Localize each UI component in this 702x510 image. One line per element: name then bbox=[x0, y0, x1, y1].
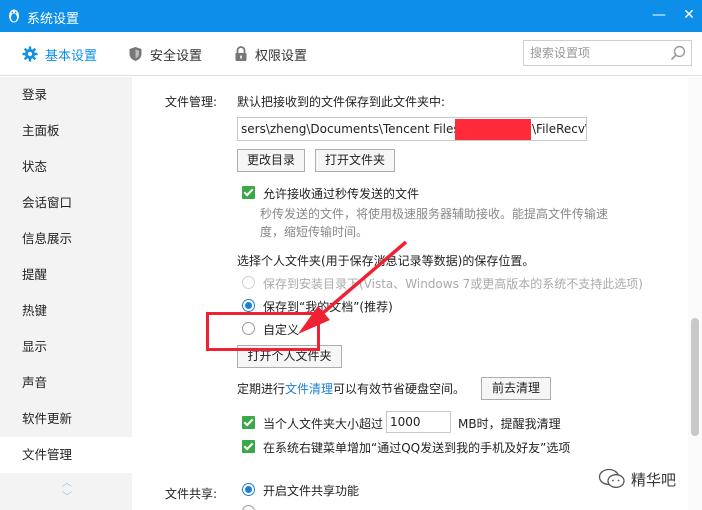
flash-transfer-description: 秒传发送的文件，将使用极速服务器辅助接收。能提高文件传输速 bbox=[260, 207, 609, 221]
change-directory-button[interactable]: 更改目录 bbox=[237, 149, 305, 172]
main-scrollbar-thumb[interactable] bbox=[691, 318, 699, 436]
sidebar-scroll-arrows[interactable]: ︿ ﹀ bbox=[60, 477, 74, 505]
tab-label: 基本设置 bbox=[45, 48, 98, 64]
penguin-icon bbox=[9, 9, 19, 23]
tab-label: 安全设置 bbox=[150, 48, 203, 64]
sidebar-item-info-display[interactable]: 信息展示 bbox=[0, 221, 132, 257]
chat-bubble-icon bbox=[598, 468, 625, 488]
sidebar-item-status[interactable]: 状态 bbox=[0, 149, 132, 185]
context-menu-label: 在系统右键菜单增加“通过QQ发送到我的手机及好友”选项 bbox=[263, 441, 571, 455]
shield-icon bbox=[129, 47, 142, 61]
enable-file-share-label: 开启文件共享功能 bbox=[263, 484, 360, 498]
sidebar-item-file-management[interactable]: 文件管理 bbox=[0, 437, 132, 473]
tab-label: 权限设置 bbox=[255, 48, 308, 64]
search-input[interactable] bbox=[530, 44, 666, 62]
save-path-suffix: \FileRecv\ bbox=[532, 122, 587, 136]
chevron-up-icon[interactable]: ︿ bbox=[60, 477, 74, 491]
sidebar-item-main-panel[interactable]: 主面板 bbox=[0, 113, 132, 149]
sidebar-item-chat-window[interactable]: 会话窗口 bbox=[0, 185, 132, 221]
cleanup-hint: 定期进行文件清理可以有效节省硬盘空间。 bbox=[237, 380, 465, 397]
settings-sidebar: 登录 主面板 状态 会话窗口 信息展示 提醒 热键 显示 声音 软件更新 文件管… bbox=[0, 77, 132, 510]
size-warning-suffix: MB时，提醒我清理 bbox=[458, 417, 561, 431]
my-documents-radio[interactable] bbox=[242, 299, 255, 312]
size-threshold-input[interactable]: 1000 bbox=[386, 411, 451, 433]
settings-search[interactable] bbox=[523, 40, 692, 66]
size-warning-prefix: 当个人文件夹大小超过 bbox=[263, 417, 384, 431]
window-title: 系统设置 bbox=[27, 12, 80, 27]
save-path-prefix: sers\zheng\Documents\Tencent Files\ bbox=[241, 122, 464, 136]
context-menu-checkbox[interactable] bbox=[242, 440, 255, 453]
file-share-section-label: 文件共享: bbox=[165, 487, 218, 501]
gear-icon bbox=[22, 46, 38, 62]
flash-transfer-label: 允许接收通过秒传发送的文件 bbox=[263, 187, 420, 201]
watermark-text: 精华吧 bbox=[631, 470, 677, 489]
file-share-option-radio[interactable] bbox=[242, 505, 255, 510]
file-management-section-label: 文件管理: bbox=[165, 95, 218, 109]
open-folder-button[interactable]: 打开文件夹 bbox=[315, 149, 395, 172]
watermark: 精华吧 bbox=[598, 468, 676, 490]
enable-file-share-radio[interactable] bbox=[242, 483, 255, 496]
chevron-down-icon[interactable]: ﹀ bbox=[60, 491, 74, 505]
file-management-panel: 文件管理: 默认把接收到的文件保存到此文件夹中: sers\zheng\Docu… bbox=[132, 77, 702, 510]
tab-security-settings[interactable]: 安全设置 bbox=[128, 44, 202, 64]
save-path-field[interactable]: sers\zheng\Documents\Tencent Files\ \Fil… bbox=[237, 117, 587, 141]
title-bar: 系统设置 — ✕ bbox=[0, 0, 702, 32]
file-cleanup-link[interactable]: 文件清理 bbox=[285, 382, 333, 396]
install-dir-radio bbox=[242, 276, 255, 289]
lock-icon bbox=[235, 46, 247, 61]
tab-basic-settings[interactable]: 基本设置 bbox=[22, 44, 97, 64]
sidebar-item-software-update[interactable]: 软件更新 bbox=[0, 401, 132, 437]
cleanup-hint-prefix: 定期进行 bbox=[237, 382, 286, 396]
redaction-block bbox=[455, 119, 531, 140]
sidebar-item-hotkey[interactable]: 热键 bbox=[0, 293, 132, 329]
sidebar-item-reminder[interactable]: 提醒 bbox=[0, 257, 132, 293]
sidebar-item-display[interactable]: 显示 bbox=[0, 329, 132, 365]
tab-permission-settings[interactable]: 权限设置 bbox=[234, 44, 307, 64]
close-button[interactable]: ✕ bbox=[676, 4, 702, 26]
sidebar-item-login[interactable]: 登录 bbox=[0, 77, 132, 113]
annotation-highlight-box bbox=[206, 312, 320, 351]
settings-toolbar: 基本设置 安全设置 权限设置 bbox=[0, 32, 702, 76]
size-warning-checkbox[interactable] bbox=[242, 416, 255, 429]
save-location-description: 默认把接收到的文件保存到此文件夹中: bbox=[237, 95, 446, 109]
search-icon[interactable] bbox=[670, 45, 686, 61]
flash-transfer-checkbox[interactable] bbox=[242, 186, 255, 199]
sidebar-item-sound[interactable]: 声音 bbox=[0, 365, 132, 401]
minimize-button[interactable]: — bbox=[646, 4, 672, 26]
main-scrollbar-track[interactable] bbox=[688, 77, 702, 510]
go-cleanup-button[interactable]: 前去清理 bbox=[481, 377, 551, 400]
cleanup-hint-suffix: 可以有效节省硬盘空间。 bbox=[333, 382, 466, 396]
